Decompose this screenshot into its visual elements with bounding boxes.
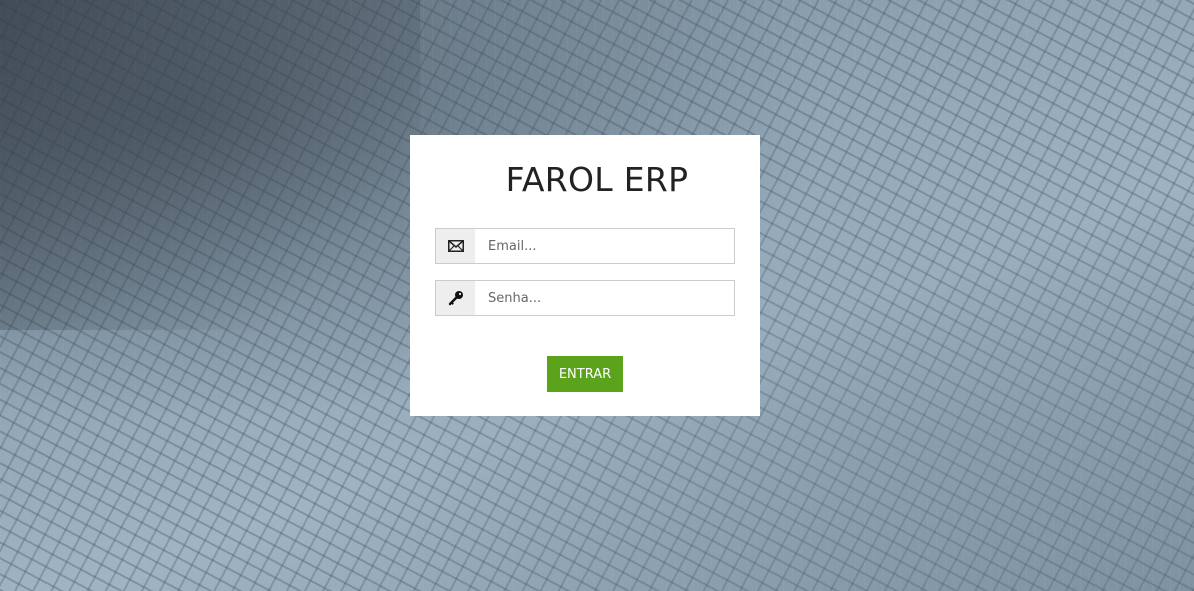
password-input[interactable] <box>476 281 728 315</box>
key-icon <box>436 281 475 315</box>
login-button[interactable]: ENTRAR <box>547 356 623 392</box>
envelope-icon <box>436 229 475 263</box>
email-input[interactable] <box>476 229 728 263</box>
app-title: FAROL ERP <box>505 160 689 199</box>
email-field[interactable] <box>435 228 735 264</box>
password-field[interactable] <box>435 280 735 316</box>
